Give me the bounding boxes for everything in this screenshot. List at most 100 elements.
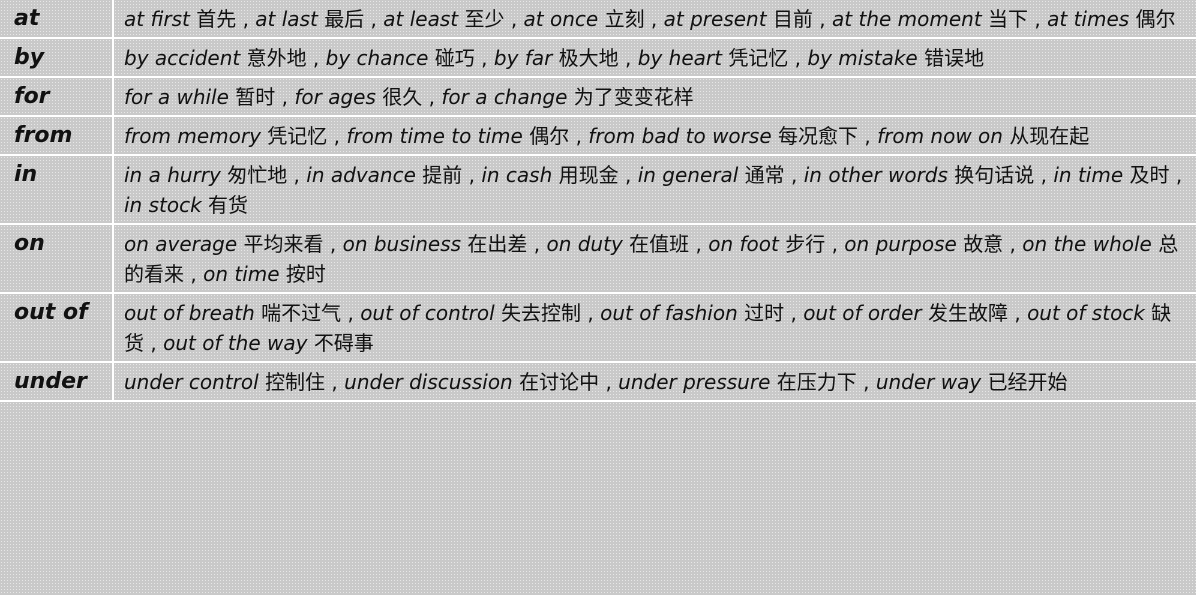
phrase-item: at present 目前	[664, 7, 813, 31]
phrase-chinese: 立刻	[604, 7, 645, 31]
phrase-separator: ,	[689, 232, 709, 256]
phrase-item: under pressure 在压力下	[618, 370, 857, 394]
phrase-item: on time 按时	[203, 262, 326, 286]
phrase-item: in time 及时	[1053, 163, 1169, 187]
phrase-item: from bad to worse 每况愈下	[588, 124, 858, 148]
phrase-chinese: 通常	[744, 163, 785, 187]
phrase-separator: ,	[184, 262, 204, 286]
phrase-english: by far	[493, 46, 553, 70]
phrase-english: under discussion	[344, 370, 513, 394]
phrase-item: out of fashion 过时	[600, 301, 784, 325]
phrase-separator: ,	[422, 85, 442, 109]
phrase-separator: ,	[504, 7, 524, 31]
phrase-english: at times	[1047, 7, 1130, 31]
phrase-item: from memory 凭记忆	[124, 124, 327, 148]
phrase-item: by mistake 错误地	[807, 46, 984, 70]
preposition-label: by	[14, 45, 45, 70]
phrase-item: out of order 发生故障	[803, 301, 1008, 325]
phrase-english: at least	[383, 7, 459, 31]
phrase-item: in a hurry 匆忙地	[124, 163, 287, 187]
phrase-item: at once 立刻	[524, 7, 645, 31]
table-row: by by accident 意外地 , by chance 碰巧 , by fa…	[0, 38, 1196, 78]
phrase-chinese: 意外地	[246, 46, 307, 70]
table-row: from from memory 凭记忆 , from time to time …	[0, 116, 1196, 156]
phrase-item: at times 偶尔	[1047, 7, 1175, 31]
phrase-item: under way 已经开始	[876, 370, 1068, 394]
phrase-english: by heart	[637, 46, 722, 70]
phrase-item: in general 通常	[638, 163, 785, 187]
phrases-cell: on average 平均来看 , on business 在出差 , on d…	[113, 224, 1196, 294]
phrase-chinese: 在讨论中	[519, 370, 600, 394]
phrase-chinese: 在压力下	[776, 370, 857, 394]
phrase-english: out of breath	[124, 301, 255, 325]
phrase-chinese: 目前	[772, 7, 813, 31]
phrase-chinese: 在值班	[629, 232, 690, 256]
phrase-english: in stock	[124, 193, 202, 217]
phrase-item: at first 首先	[124, 7, 236, 31]
phrase-separator: ,	[1003, 232, 1023, 256]
phrase-item: under discussion 在讨论中	[344, 370, 599, 394]
phrase-english: out of stock	[1027, 301, 1145, 325]
phrase-item: by heart 凭记忆	[638, 46, 789, 70]
phrase-separator: ,	[856, 370, 876, 394]
phrase-chinese: 有货	[208, 193, 249, 217]
phrase-separator: ,	[581, 301, 601, 325]
phrase-separator: ,	[275, 85, 295, 109]
phrase-item: in advance 提前	[306, 163, 462, 187]
phrase-item: for a while 暂时	[124, 85, 275, 109]
phrase-item: in stock 有货	[124, 193, 248, 217]
phrase-separator: ,	[644, 7, 664, 31]
phrase-separator: ,	[784, 301, 804, 325]
preposition-cell: out of	[0, 293, 114, 363]
phrase-separator: ,	[327, 124, 347, 148]
phrase-english: out of control	[360, 301, 495, 325]
phrase-chinese: 匆忙地	[227, 163, 288, 187]
phrase-item: for ages 很久	[294, 85, 422, 109]
phrase-item: on average 平均来看	[124, 232, 324, 256]
phrase-english: in a hurry	[124, 163, 221, 187]
preposition-cell: at	[0, 0, 114, 39]
phrase-english: on foot	[708, 232, 779, 256]
phrase-english: on average	[124, 232, 238, 256]
preposition-cell: for	[0, 77, 114, 117]
phrase-english: under pressure	[618, 370, 771, 394]
phrase-item: in other words 换句话说	[804, 163, 1035, 187]
phrase-item: out of the way 不碍事	[163, 331, 374, 355]
phrase-english: out of order	[803, 301, 922, 325]
phrase-item: in cash 用现金	[481, 163, 618, 187]
phrase-separator: ,	[618, 46, 638, 70]
phrase-english: by accident	[124, 46, 241, 70]
phrase-chinese: 失去控制	[501, 301, 582, 325]
phrase-separator: ,	[462, 163, 482, 187]
phrase-chinese: 偶尔	[529, 124, 570, 148]
phrase-item: on business 在出差	[343, 232, 528, 256]
phrase-english: out of the way	[163, 331, 308, 355]
table-body: at at first 首先 , at last 最后 , at least 至少…	[0, 0, 1196, 402]
phrase-item: on duty 在值班	[546, 232, 689, 256]
phrase-separator: ,	[618, 163, 638, 187]
preposition-label: in	[14, 162, 38, 187]
phrase-separator: ,	[812, 7, 833, 31]
table-row: for for a while 暂时 , for ages 很久 , for a …	[0, 77, 1196, 117]
phrase-english: in general	[637, 163, 739, 187]
phrase-chinese: 喘不过气	[261, 301, 342, 325]
phrase-english: for ages	[294, 85, 376, 109]
phrase-chinese: 及时	[1129, 163, 1170, 187]
phrases-cell: under control 控制住 , under discussion 在讨论…	[113, 362, 1196, 402]
phrase-english: on time	[203, 262, 280, 286]
phrase-item: at last 最后	[255, 7, 364, 31]
preposition-label: out of	[14, 300, 88, 325]
phrase-item: for a change 为了变变花样	[441, 85, 693, 109]
phrase-item: under control 控制住	[124, 370, 325, 394]
preposition-collocation-table: at at first 首先 , at last 最后 , at least 至少…	[0, 0, 1196, 402]
phrase-separator: ,	[788, 46, 808, 70]
phrase-separator: ,	[599, 370, 619, 394]
phrase-english: on duty	[546, 232, 623, 256]
preposition-cell: by	[0, 38, 114, 78]
phrase-english: by chance	[325, 46, 429, 70]
phrase-chinese: 平均来看	[243, 232, 324, 256]
phrase-chinese: 很久	[382, 85, 423, 109]
phrase-chinese: 暂时	[235, 85, 276, 109]
phrase-chinese: 极大地	[558, 46, 619, 70]
phrase-separator: ,	[325, 370, 345, 394]
